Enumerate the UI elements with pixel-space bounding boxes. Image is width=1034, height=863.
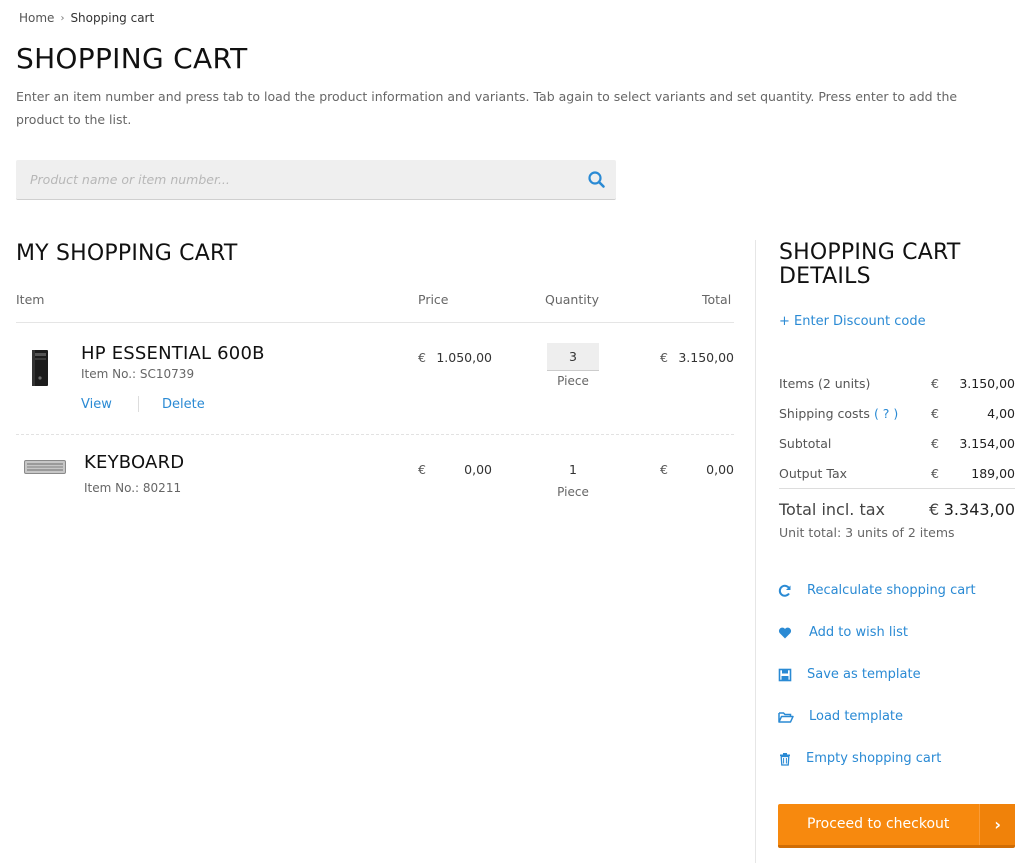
delete-item-link[interactable]: Delete (162, 397, 205, 412)
my-shopping-cart-heading: MY SHOPPING CART (16, 241, 238, 266)
product-name[interactable]: HP ESSENTIAL 600B (81, 343, 265, 364)
item-price: 0,00 (464, 462, 492, 477)
item-total: 3.150,00 (678, 350, 734, 365)
total-currency: € (929, 500, 940, 519)
summary-label-shipping: Shipping costs ( ? ) (779, 406, 898, 421)
quantity-input[interactable] (547, 343, 599, 371)
empty-cart-label: Empty shopping cart (806, 750, 942, 766)
cart-item-row: KEYBOARD Item No.: 80211 € 0,00 1 Piece … (16, 435, 734, 515)
column-divider (755, 240, 756, 863)
quantity-unit: Piece (557, 374, 589, 388)
add-to-wish-list-label: Add to wish list (809, 624, 908, 640)
link-divider (138, 396, 139, 412)
product-search-bar (16, 160, 616, 200)
summary-value-subtotal: 3.154,00 (959, 436, 1015, 451)
view-item-link[interactable]: View (81, 397, 112, 412)
summary-value-output-tax: 189,00 (971, 466, 1015, 481)
save-as-template-action[interactable]: Save as template (778, 664, 921, 684)
breadcrumb-current: Shopping cart (70, 11, 155, 25)
checkout-label: Proceed to checkout (807, 816, 950, 832)
add-to-wish-list-action[interactable]: Add to wish list (778, 622, 908, 642)
breadcrumb: Home › Shopping cart (19, 11, 154, 25)
product-search-input[interactable] (16, 160, 576, 198)
floppy-disk-icon (778, 667, 792, 682)
product-item-number: Item No.: SC10739 (81, 367, 195, 381)
empty-cart-action[interactable]: Empty shopping cart (778, 748, 941, 768)
save-as-template-label: Save as template (807, 666, 921, 682)
price-currency: € (418, 462, 426, 477)
shipping-costs-label: Shipping costs (779, 406, 870, 421)
column-header-item: Item (16, 292, 45, 307)
product-name[interactable]: KEYBOARD (84, 452, 184, 473)
summary-value-items: 3.150,00 (959, 376, 1015, 391)
item-price: 1.050,00 (436, 350, 492, 365)
summary-currency: € (931, 406, 939, 421)
total-incl-tax-label: Total incl. tax (779, 500, 885, 519)
summary-currency: € (931, 376, 939, 391)
page-title: SHOPPING CART (16, 42, 248, 75)
column-header-price: Price (418, 292, 449, 307)
keyboard-image[interactable] (24, 459, 66, 478)
summary-label-subtotal: Subtotal (779, 436, 832, 451)
trash-icon (778, 751, 792, 766)
page-intro-text: Enter an item number and press tab to lo… (16, 89, 958, 127)
load-template-action[interactable]: Load template (778, 706, 903, 726)
summary-currency: € (931, 466, 939, 481)
summary-divider (779, 488, 1015, 489)
quantity-unit: Piece (557, 485, 589, 499)
column-header-quantity: Quantity (545, 292, 600, 307)
item-total: 0,00 (706, 462, 734, 477)
price-currency: € (418, 350, 426, 365)
recalculate-cart-action[interactable]: Recalculate shopping cart (778, 580, 976, 600)
heart-icon (778, 625, 792, 639)
load-template-label: Load template (809, 708, 904, 724)
search-icon[interactable] (586, 169, 608, 191)
quantity-value: 1 (569, 462, 577, 477)
desktop-tower-image[interactable] (31, 349, 49, 391)
shipping-help-link[interactable]: ( ? ) (874, 406, 898, 421)
enter-discount-code-link[interactable]: + Enter Discount code (779, 314, 926, 329)
breadcrumb-separator: › (60, 12, 65, 24)
product-item-number: Item No.: 80211 (84, 481, 182, 495)
total-incl-tax-value: 3.343,00 (943, 500, 1015, 519)
recalculate-cart-label: Recalculate shopping cart (807, 582, 976, 598)
summary-currency: € (931, 436, 939, 451)
chevron-right-icon: › (994, 815, 1001, 834)
cart-item-row: HP ESSENTIAL 600B Item No.: SC10739 View… (16, 323, 734, 435)
unit-total-text: Unit total: 3 units of 2 items (779, 525, 955, 540)
summary-label-items: Items (2 units) (779, 376, 871, 391)
summary-label-output-tax: Output Tax (779, 466, 848, 481)
proceed-to-checkout-button[interactable]: Proceed to checkout › (778, 804, 1015, 848)
cart-details-heading: SHOPPING CART DETAILS (779, 240, 961, 289)
summary-value-shipping: 4,00 (987, 406, 1015, 421)
breadcrumb-home-link[interactable]: Home (19, 11, 54, 25)
refresh-icon (778, 583, 792, 597)
column-header-total: Total (702, 292, 732, 307)
folder-open-icon (778, 709, 794, 723)
